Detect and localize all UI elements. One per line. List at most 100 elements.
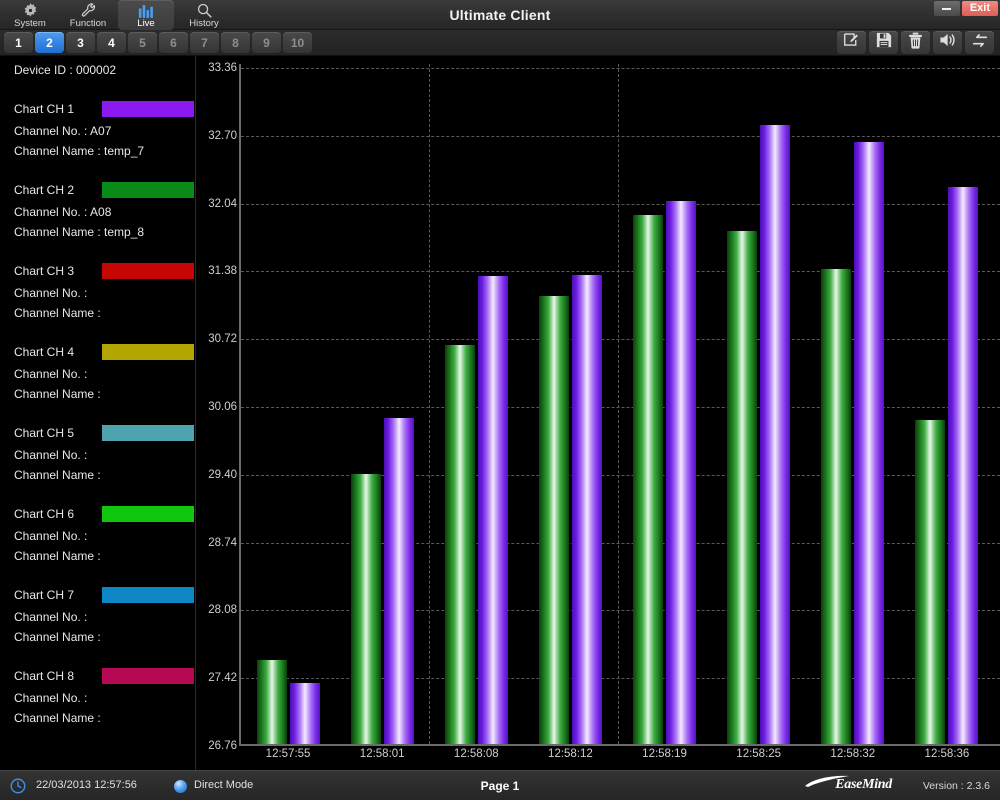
channel-title: Chart CH 1 — [14, 101, 74, 117]
channel-header: Chart CH 1 — [0, 101, 196, 121]
page-tab-2[interactable]: 2 — [35, 32, 64, 53]
menu-item-function[interactable]: Function — [60, 0, 116, 30]
page-tab-9[interactable]: 9 — [252, 32, 281, 53]
menu-label-system: System — [14, 19, 46, 29]
channel-color-swatch[interactable] — [102, 668, 194, 684]
edit-note-button[interactable] — [837, 31, 866, 54]
page-tabs: 1 2 3 4 5 6 7 8 9 10 — [4, 32, 312, 53]
delete-button[interactable] — [901, 31, 930, 54]
channel-color-swatch[interactable] — [102, 425, 194, 441]
gridline-horizontal — [241, 339, 1000, 340]
chart-bar[interactable] — [633, 215, 663, 744]
chart-bar[interactable] — [478, 276, 508, 744]
channel-block-6[interactable]: Chart CH 6 Channel No. :Channel Name : — [0, 506, 196, 566]
exit-button[interactable]: Exit — [962, 1, 998, 16]
page-tab-4[interactable]: 4 — [97, 32, 126, 53]
minimize-button[interactable] — [934, 1, 960, 16]
gear-icon — [22, 2, 39, 19]
channel-number-label: Channel No. : — [14, 607, 196, 627]
channel-color-swatch[interactable] — [102, 506, 194, 522]
save-button[interactable] — [869, 31, 898, 54]
chart-bar[interactable] — [572, 275, 602, 744]
channel-sidebar: Device ID : 000002 Chart CH 1Channel No.… — [0, 56, 196, 770]
page-tab-6[interactable]: 6 — [159, 32, 188, 53]
channel-title: Chart CH 2 — [14, 182, 74, 198]
refresh-button[interactable] — [965, 31, 994, 54]
page-tab-5[interactable]: 5 — [128, 32, 157, 53]
chart-bar[interactable] — [821, 269, 851, 744]
bar-chart-icon — [138, 2, 155, 19]
application-window: Ultimate Client System — [0, 0, 1000, 800]
page-tab-3[interactable]: 3 — [66, 32, 95, 53]
channel-block-2[interactable]: Chart CH 2 Channel No. : A08Channel Name … — [0, 182, 196, 242]
channel-color-swatch[interactable] — [102, 344, 194, 360]
gridline-horizontal — [241, 204, 1000, 205]
y-axis-tick-label: 27.42 — [208, 672, 237, 684]
chart-toolbar — [837, 31, 994, 54]
page-tab-1[interactable]: 1 — [4, 32, 33, 53]
menu-item-system[interactable]: System — [2, 0, 58, 30]
chart-bar[interactable] — [351, 474, 381, 744]
version-label: Version : 2.3.6 — [923, 780, 990, 792]
channel-color-swatch[interactable] — [102, 587, 194, 603]
channel-number-label: Channel No. : A07 — [14, 121, 196, 141]
channel-title: Chart CH 4 — [14, 344, 74, 360]
x-axis-tick-label: 12:58:32 — [830, 748, 875, 760]
channel-number-label: Channel No. : — [14, 364, 196, 384]
channel-block-8[interactable]: Chart CH 8Channel No. :Channel Name : — [0, 668, 196, 728]
chart-bar[interactable] — [257, 660, 287, 744]
edit-note-icon — [843, 32, 860, 53]
channel-number-label: Channel No. : A08 — [14, 202, 196, 222]
channel-color-swatch[interactable] — [102, 101, 194, 117]
channel-color-swatch[interactable] — [102, 263, 194, 279]
menu-item-history[interactable]: History — [176, 0, 232, 30]
y-axis-tick-label: 29.40 — [208, 469, 237, 481]
status-bar: 22/03/2013 12:57:56 Direct Mode Page 1 E… — [0, 770, 1000, 800]
plot-area[interactable] — [239, 56, 1000, 770]
chart-bar[interactable] — [539, 296, 569, 744]
channel-number-label: Channel No. : — [14, 688, 196, 708]
channel-number-label: Channel No. : — [14, 526, 196, 546]
channel-name-label: Channel Name : — [14, 546, 196, 566]
chart-bar[interactable] — [666, 201, 696, 744]
chart-bar[interactable] — [948, 187, 978, 744]
gridline-horizontal — [241, 271, 1000, 272]
channel-name-label: Channel Name : — [14, 303, 196, 323]
gridline-horizontal — [241, 407, 1000, 408]
channel-block-5[interactable]: Chart CH 5Channel No. :Channel Name : — [0, 425, 196, 485]
x-axis-tick-label: 12:57:55 — [266, 748, 311, 760]
save-icon — [876, 32, 892, 53]
channel-name-label: Channel Name : temp_8 — [14, 222, 196, 242]
channel-header: Chart CH 4 — [0, 344, 196, 364]
channel-name-label: Channel Name : — [14, 465, 196, 485]
page-tab-7[interactable]: 7 — [190, 32, 219, 53]
chart-bar[interactable] — [384, 418, 414, 744]
menu-label-function: Function — [70, 19, 106, 29]
channel-header: Chart CH 2 — [0, 182, 196, 202]
gridline-vertical — [429, 64, 430, 744]
page-tab-10[interactable]: 10 — [283, 32, 312, 53]
channel-block-4[interactable]: Chart CH 4Channel No. :Channel Name : — [0, 344, 196, 404]
chart-bar[interactable] — [760, 125, 790, 744]
chart-bar[interactable] — [915, 420, 945, 744]
channel-header: Chart CH 8 — [0, 668, 196, 688]
chart-bar[interactable] — [854, 142, 884, 744]
chart-bar[interactable] — [727, 231, 757, 744]
channel-block-7[interactable]: Chart CH 7Channel No. :Channel Name : — [0, 587, 196, 647]
y-axis-tick-label: 28.08 — [208, 604, 237, 616]
channel-header: Chart CH 3 — [0, 263, 196, 283]
sound-button[interactable] — [933, 31, 962, 54]
y-axis-tick-label: 32.04 — [208, 198, 237, 210]
page-tab-strip: 1 2 3 4 5 6 7 8 9 10 — [0, 30, 1000, 56]
channel-block-1[interactable]: Chart CH 1Channel No. : A07Channel Name … — [0, 101, 196, 161]
channel-title: Chart CH 6 — [14, 506, 74, 522]
channel-header: Chart CH 7 — [0, 587, 196, 607]
chart-bar[interactable] — [290, 683, 320, 744]
channel-block-3[interactable]: Chart CH 3Channel No. :Channel Name : — [0, 263, 196, 323]
channel-title: Chart CH 8 — [14, 668, 74, 684]
page-tab-8[interactable]: 8 — [221, 32, 250, 53]
chart-bar[interactable] — [445, 345, 475, 744]
channel-title: Chart CH 7 — [14, 587, 74, 603]
channel-color-swatch[interactable] — [102, 182, 194, 198]
menu-item-live[interactable]: Live — [118, 0, 174, 30]
